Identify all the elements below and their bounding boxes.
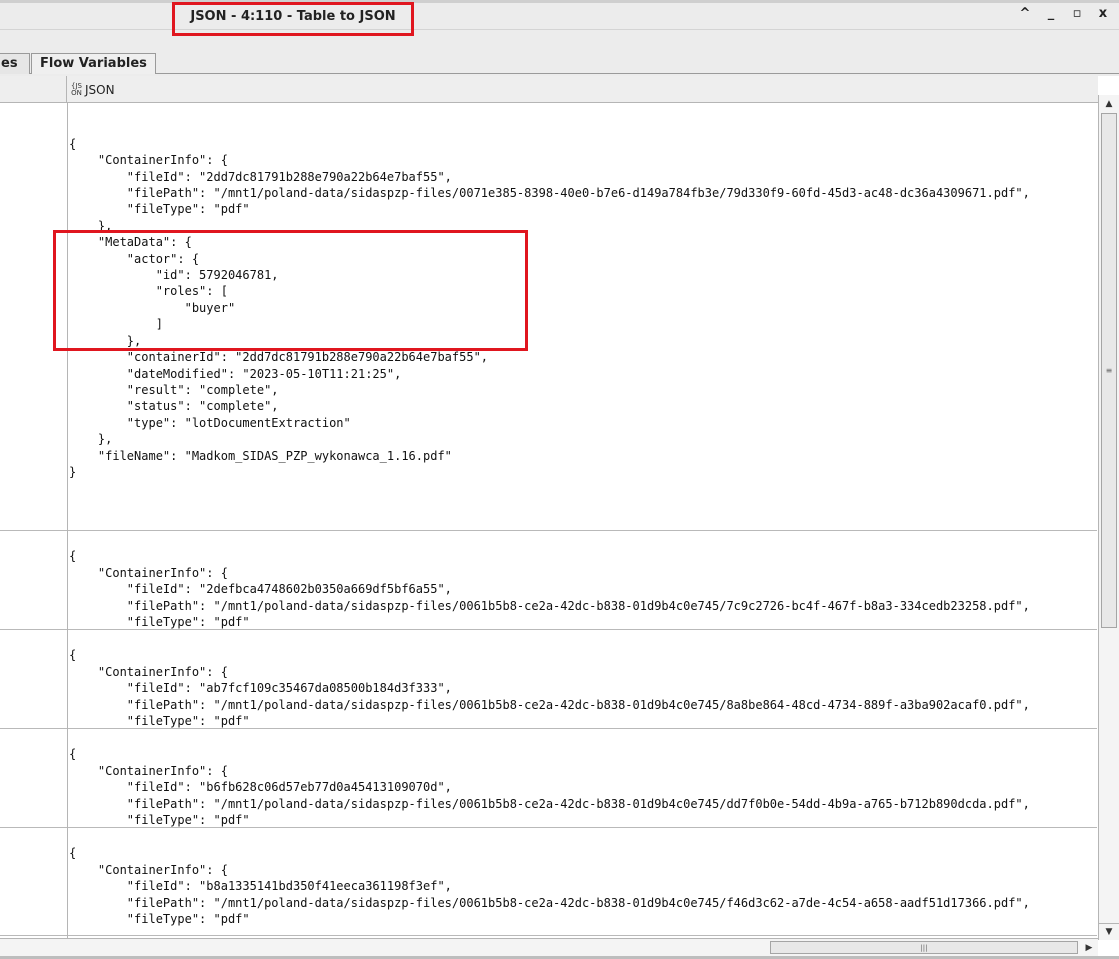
json-text: { "ContainerInfo": { "fileId": "b8a13351… (69, 846, 1030, 927)
row-header-divider (67, 103, 68, 948)
json-cell[interactable]: { "ContainerInfo": { "fileId": "b6fb628c… (68, 729, 1097, 827)
vertical-scrollbar[interactable]: ▲ ≡ ▼ (1098, 95, 1119, 940)
minimize-icon[interactable]: _ (1045, 6, 1057, 22)
top-strip (0, 0, 1119, 3)
json-text: { "ContainerInfo": { "fileId": "2defbca4… (69, 549, 1030, 629)
close-icon[interactable]: x (1097, 6, 1109, 22)
horizontal-scroll-thumb[interactable]: ||| (770, 941, 1078, 954)
table-body: { "ContainerInfo": { "fileId": "2dd7dc81… (0, 103, 1097, 947)
title-bar: ^ _ ▫ x (0, 0, 1119, 30)
tab-bar: es Flow Variables (0, 50, 1119, 74)
json-cell[interactable]: { "ContainerInfo": { "fileId": "2defbca4… (68, 531, 1097, 629)
table-row[interactable]: { "ContainerInfo": { "fileId": "b6fb628c… (0, 729, 1097, 828)
title-highlight-box: JSON - 4:110 - Table to JSON (172, 2, 414, 36)
json-cell[interactable]: { "ContainerInfo": { "fileId": "2dd7dc81… (68, 103, 1097, 530)
json-text: { "ContainerInfo": { "fileId": "ab7fcf10… (69, 648, 1030, 728)
hgrip-icon: ||| (920, 943, 928, 952)
tab-previous[interactable]: es (0, 53, 30, 74)
json-cell[interactable]: { "ContainerInfo": { "fileId": "ab7fcf10… (68, 630, 1097, 728)
json-table: {JS ON JSON { "ContainerInfo": { "fileId… (0, 76, 1119, 959)
json-cell[interactable]: { "ContainerInfo": { "fileId": "b8a13351… (68, 828, 1097, 935)
scroll-down-icon[interactable]: ▼ (1099, 923, 1119, 940)
table-row[interactable]: { "ContainerInfo": { "fileId": "2dd7dc81… (0, 103, 1097, 531)
window-controls: ^ _ ▫ x (1019, 6, 1109, 22)
window-title: JSON - 4:110 - Table to JSON (190, 8, 396, 24)
column-header-label: JSON (84, 82, 115, 97)
row-header-corner (0, 76, 67, 103)
json-icon: {JS ON (71, 81, 82, 97)
scroll-up-icon[interactable]: ▲ (1099, 95, 1119, 112)
table-row[interactable]: { "ContainerInfo": { "fileId": "ab7fcf10… (0, 630, 1097, 729)
collapse-icon[interactable]: ^ (1019, 6, 1031, 22)
horizontal-scrollbar[interactable]: ||| ▶ (0, 938, 1098, 956)
json-text: { "ContainerInfo": { "fileId": "b6fb628c… (69, 747, 1030, 827)
scroll-right-icon[interactable]: ▶ (1080, 939, 1098, 956)
table-row[interactable]: { "ContainerInfo": { "fileId": "b8a13351… (0, 828, 1097, 936)
grip-icon: ≡ (1105, 366, 1113, 375)
maximize-icon[interactable]: ▫ (1071, 6, 1083, 22)
tab-flow-variables[interactable]: Flow Variables (31, 53, 156, 74)
column-header-json[interactable]: {JS ON JSON (68, 76, 115, 103)
vertical-scroll-thumb[interactable]: ≡ (1101, 113, 1117, 628)
table-row[interactable]: { "ContainerInfo": { "fileId": "2defbca4… (0, 531, 1097, 630)
json-text: { "ContainerInfo": { "fileId": "2dd7dc81… (69, 136, 1030, 479)
app-window: ^ _ ▫ x JSON - 4:110 - Table to JSON es … (0, 0, 1119, 959)
table-header: {JS ON JSON (0, 76, 1098, 103)
